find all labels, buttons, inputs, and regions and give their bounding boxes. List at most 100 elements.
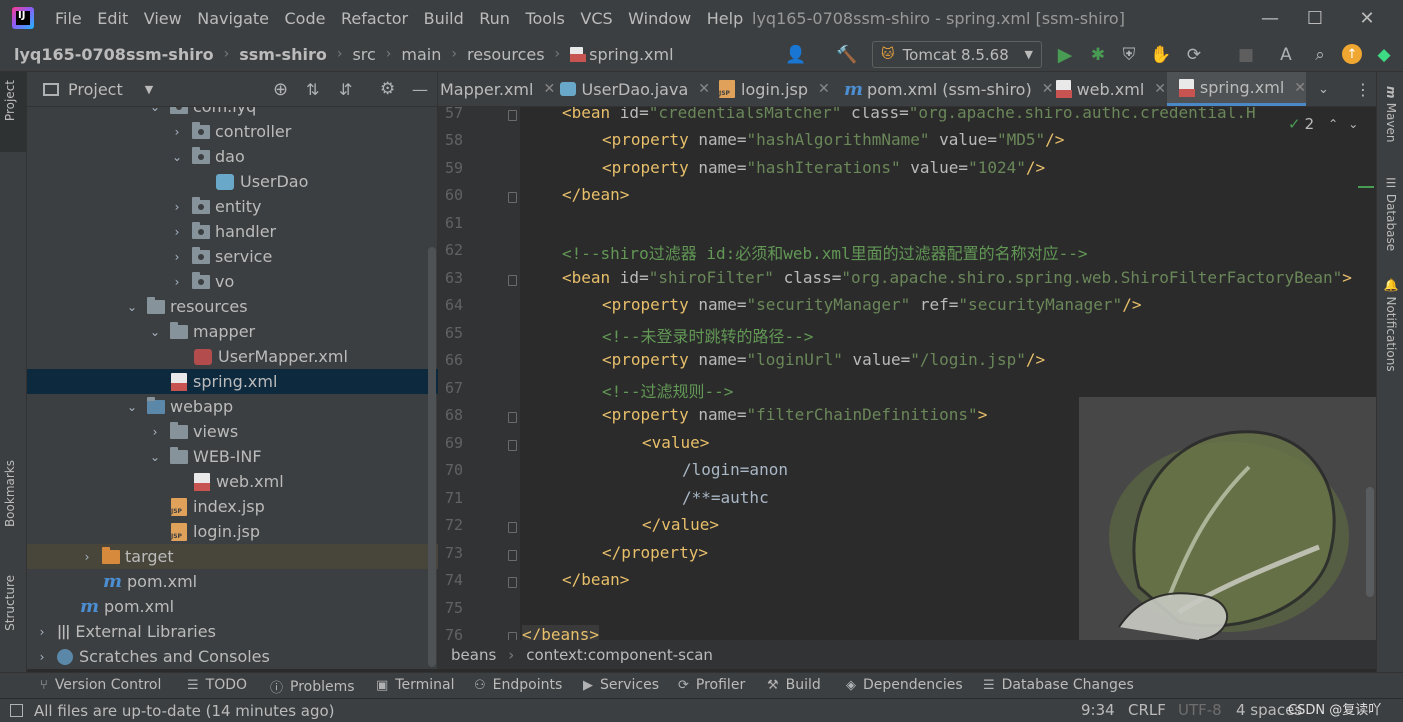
expand-all-icon[interactable]: ⇅ [306,80,319,99]
status-message[interactable]: All files are up-to-date (14 minutes ago… [34,702,335,720]
terminal-tab[interactable]: ▣ Terminal [376,677,454,693]
tab-spring-xml[interactable]: spring.xml ✕ [1167,72,1306,106]
tree-item-external-libraries[interactable]: › ||| External Libraries [27,619,438,644]
chevron-down-icon[interactable]: ▼ [145,83,153,96]
database-tool-tab[interactable]: ☰ Database [1384,176,1398,251]
menu-edit[interactable]: Edit [97,9,128,28]
menu-build[interactable]: Build [424,9,464,28]
close-icon[interactable]: ✕ [818,81,830,97]
line-separator[interactable]: CRLF [1128,701,1166,719]
inspection-widget[interactable]: ✓ 2 ⌃ ⌄ [1288,115,1358,133]
menu-refactor[interactable]: Refactor [341,9,408,28]
tab-login-jsp[interactable]: login.jsp ✕ [719,72,839,106]
translate-icon[interactable]: A [1275,44,1297,66]
more-options-icon[interactable]: ⋮ [1355,72,1371,106]
tree-item-index-jsp[interactable]: index.jsp [27,494,438,519]
menu-view[interactable]: View [144,9,182,28]
hammer-build-icon[interactable]: 🔨 [836,44,858,66]
tree-item-scratches[interactable]: › Scratches and Consoles [27,644,438,669]
tree-item-pom-xml-root[interactable]: m pom.xml [27,594,438,619]
menu-navigate[interactable]: Navigate [197,9,269,28]
fold-marker-icon[interactable] [508,275,517,286]
user-icon[interactable]: 👤 [785,44,807,66]
tab-pom-xml[interactable]: m pom.xml (ssm-shiro) ✕ [844,72,1053,106]
file-encoding[interactable]: UTF-8 [1178,701,1222,719]
tree-item-target[interactable]: › target [27,544,438,569]
crumb-component-scan[interactable]: context:component-scan [526,646,713,664]
tree-item-controller[interactable]: › controller [27,119,438,144]
dependencies-tab[interactable]: ◈ Dependencies [846,677,963,693]
stop-icon[interactable]: ■ [1235,44,1257,66]
fold-marker-icon[interactable] [508,110,517,121]
tree-item-service[interactable]: › service [27,244,438,269]
menu-window[interactable]: Window [628,9,691,28]
profiler-tab[interactable]: ⟳ Profiler [678,677,745,693]
tree-item-web-xml[interactable]: web.xml [27,469,438,494]
tree-item-mapper[interactable]: ⌄ mapper [27,319,438,344]
crumb-file[interactable]: spring.xml [589,45,673,64]
todo-tab[interactable]: ☰ TODO [187,677,247,693]
menu-tools[interactable]: Tools [525,9,564,28]
gear-icon[interactable]: ⚙ [380,79,395,99]
menu-run[interactable]: Run [479,9,510,28]
crumb-module[interactable]: ssm-shiro [239,45,327,64]
menu-help[interactable]: Help [707,9,743,28]
bookmarks-tool-tab[interactable]: Bookmarks [3,460,17,527]
menu-code[interactable]: Code [285,9,326,28]
tree-item-userdao[interactable]: UserDao [27,169,438,194]
toggle-tool-windows-icon[interactable] [10,704,23,717]
update-icon[interactable]: ↑ [1342,44,1362,64]
project-tool-tab[interactable]: Project [3,80,17,121]
fold-marker-icon[interactable] [508,440,517,451]
notifications-tool-tab[interactable]: 🔔 Notifications [1384,278,1398,372]
fold-marker-icon[interactable] [508,412,517,423]
menu-vcs[interactable]: VCS [580,9,612,28]
tree-item-resources[interactable]: ⌄ resources [27,294,438,319]
tree-item-entity[interactable]: › entity [27,194,438,219]
maximize-button[interactable]: ☐ [1292,0,1338,37]
tree-item-dao[interactable]: ⌄ dao [27,144,438,169]
tree-item-com-lyq[interactable]: ⌄ com.lyq [27,107,438,119]
fold-marker-icon[interactable] [508,192,517,203]
crumb-resources[interactable]: resources [467,45,545,64]
tree-item-login-jsp[interactable]: login.jsp [27,519,438,544]
structure-tool-tab[interactable]: Structure [3,575,17,631]
close-window-button[interactable]: ✕ [1344,0,1390,37]
attach-icon[interactable]: ✋ [1150,44,1172,66]
tree-item-vo[interactable]: › vo [27,269,438,294]
tree-item-handler[interactable]: › handler [27,219,438,244]
crumb-project[interactable]: lyq165-0708ssm-shiro [14,45,214,64]
editor-scrollbar[interactable] [1366,487,1374,597]
collapse-all-icon[interactable]: ⇵ [339,80,352,99]
coverage-icon[interactable]: ⛨ [1118,44,1140,66]
tree-item-spring-xml[interactable]: spring.xml [27,369,438,394]
tab-mapper-xml[interactable]: Mapper.xml ✕ [440,72,555,106]
crumb-src[interactable]: src [352,45,375,64]
menu-file[interactable]: File [55,9,82,28]
tab-web-xml[interactable]: web.xml ✕ [1056,72,1166,106]
endpoints-tab[interactable]: ⚇ Endpoints [474,677,562,693]
build-tab[interactable]: ⚒ Build [767,677,821,693]
debug-icon[interactable]: ✱ [1087,44,1109,66]
version-control-tab[interactable]: ⑂ Version Control [40,677,161,693]
profiler-icon[interactable]: ⟳ [1183,44,1205,66]
fold-marker-icon[interactable] [508,522,517,533]
project-panel-title[interactable]: Project [68,80,123,99]
crumb-main[interactable]: main [401,45,441,64]
search-icon[interactable]: ⌕ [1309,44,1331,66]
hide-panel-icon[interactable]: — [412,80,428,99]
minimize-button[interactable]: — [1247,0,1293,37]
close-icon[interactable]: ✕ [543,81,555,97]
tree-scrollbar[interactable] [428,247,436,667]
tab-userdao-java[interactable]: UserDao.java ✕ [560,72,710,106]
caret-position[interactable]: 9:34 [1081,701,1115,719]
database-changes-tab[interactable]: ☰ Database Changes [983,677,1134,693]
problems-tab[interactable]: ⓘ Problems [270,677,355,697]
chevron-up-icon[interactable]: ⌃ [1328,117,1338,131]
run-icon[interactable]: ▶ [1054,44,1076,66]
close-icon[interactable]: ✕ [1294,80,1306,96]
services-tab[interactable]: ▶ Services [583,677,659,693]
chevron-down-icon[interactable]: ⌄ [1348,117,1358,131]
crumb-beans[interactable]: beans [451,646,496,664]
tree-item-pom-xml-module[interactable]: m pom.xml [27,569,438,594]
